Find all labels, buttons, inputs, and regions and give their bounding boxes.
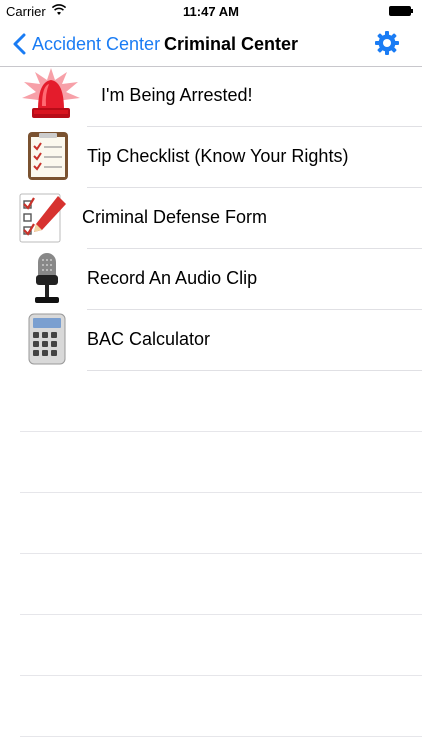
list-item[interactable]: BAC Calculator [0, 310, 422, 371]
navigation-bar: Accident Center Criminal Center [0, 22, 422, 67]
list-item-label: BAC Calculator [87, 329, 211, 349]
siren-icon [22, 68, 80, 118]
list-item-label: Criminal Defense Form [82, 207, 268, 227]
empty-row [0, 432, 422, 493]
status-bar: Carrier 11:47 AM [0, 0, 422, 22]
chevron-left-icon [13, 33, 26, 55]
list-item-label: I'm Being Arrested! [101, 85, 253, 105]
calculator-icon [28, 313, 66, 365]
empty-row [0, 493, 422, 554]
list-item-label: Record An Audio Clip [87, 268, 258, 288]
empty-row [0, 371, 422, 432]
list-item[interactable]: Tip Checklist (Know Your Rights) [0, 127, 422, 188]
list-item[interactable]: Record An Audio Clip [0, 249, 422, 310]
back-button[interactable]: Accident Center [12, 32, 160, 56]
back-button-label: Accident Center [32, 33, 161, 54]
battery-icon [389, 6, 413, 16]
gear-icon[interactable] [374, 30, 400, 56]
page-title: Criminal Center [164, 34, 299, 54]
microphone-icon [35, 253, 59, 303]
list-item-label: Tip Checklist (Know Your Rights) [87, 146, 349, 166]
status-time: 11:47 AM [183, 4, 239, 19]
empty-row [0, 676, 422, 737]
notepad-checklist-icon [28, 132, 68, 180]
row-divider [20, 736, 422, 737]
empty-row [0, 554, 422, 615]
list-item[interactable]: Criminal Defense Form [0, 188, 422, 249]
checklist-pencil-icon [19, 193, 66, 243]
list-item[interactable]: I'm Being Arrested! [0, 66, 422, 127]
menu-list: I'm Being Arrested! Tip Checklist (Know … [0, 66, 422, 737]
empty-row [0, 615, 422, 676]
